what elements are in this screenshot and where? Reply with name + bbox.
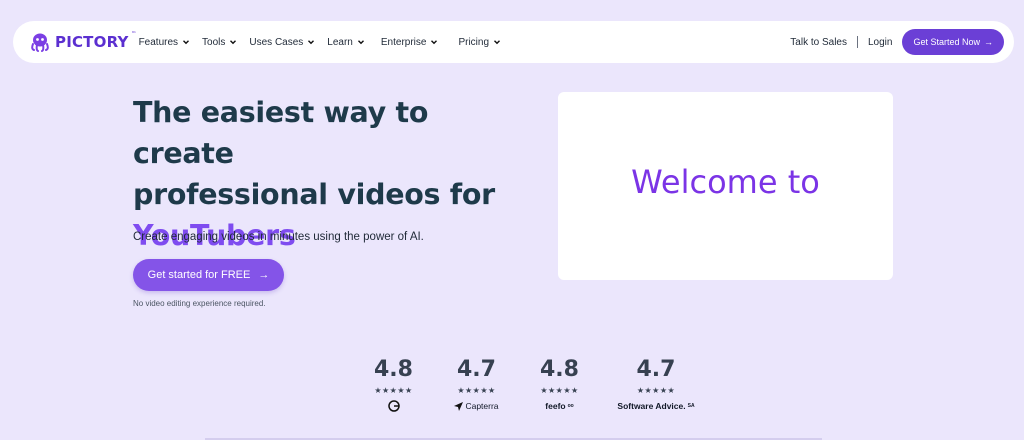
rating-score: 4.7: [636, 357, 676, 382]
hero-note: No video editing experience required.: [133, 299, 266, 308]
feefo-logo: feefo oo: [545, 400, 573, 412]
nav-divider: [857, 36, 858, 48]
chevron-down-icon: [308, 40, 315, 45]
main-menu: Features Tools Uses Cases Learn Enterpri…: [139, 37, 513, 48]
arrow-right-icon: →: [984, 37, 993, 47]
software-advice-label: Software Advice.: [617, 401, 686, 411]
menu-item-label: Learn: [327, 36, 353, 48]
rating-software-advice: 4.7 ★★★★★ Software Advice. SA: [601, 357, 711, 412]
logo-trademark: ™: [131, 31, 137, 37]
chevron-down-icon: [183, 40, 190, 45]
menu-item-label: Tools: [202, 36, 226, 48]
video-caption: Welcome to: [631, 163, 820, 201]
software-advice-mark-icon: SA: [687, 403, 695, 409]
menu-item-features[interactable]: Features: [139, 37, 190, 48]
get-started-now-button[interactable]: Get Started Now →: [902, 29, 1004, 55]
top-navbar: PICTORY ™ Features Tools Uses Cases Lear…: [13, 21, 1014, 63]
rating-score: 4.8: [540, 357, 579, 382]
chevron-down-icon: [230, 40, 237, 45]
menu-item-label: Enterprise: [380, 36, 427, 48]
nav-actions: Talk to Sales Login Get Started Now →: [790, 29, 1004, 55]
cta-label: Get started for FREE: [147, 269, 251, 281]
hero-subtitle: Create engaging videos in minutes using …: [133, 231, 424, 243]
rating-g2: 4.8 ★★★★★: [352, 357, 435, 412]
ratings-row: 4.8 ★★★★★ 4.7 ★★★★★ Capterra 4.8 ★★★★★ f…: [352, 357, 711, 412]
chevron-down-icon: [431, 40, 438, 45]
hero-title-line-2: professional videos for: [133, 178, 495, 211]
capterra-label: Capterra: [465, 401, 499, 411]
logo-wordmark: PICTORY ™: [55, 31, 137, 51]
star-rating-icon: ★★★★★: [457, 386, 496, 395]
octopus-logo-icon: [31, 33, 49, 52]
video-player[interactable]: Welcome to: [558, 92, 893, 280]
arrow-right-icon: →: [258, 269, 270, 281]
menu-item-pricing[interactable]: Pricing: [458, 37, 501, 48]
capterra-arrow-icon: [454, 401, 464, 411]
menu-item-label: Pricing: [458, 36, 490, 48]
talk-to-sales-link[interactable]: Talk to Sales: [790, 37, 847, 48]
hero-title-line-1: The easiest way to create: [133, 96, 429, 170]
star-rating-icon: ★★★★★: [540, 386, 579, 395]
get-started-now-label: Get Started Now: [913, 37, 980, 47]
login-link[interactable]: Login: [868, 37, 892, 48]
menu-item-use-cases[interactable]: Uses Cases: [249, 37, 315, 48]
software-advice-logo: Software Advice. SA: [617, 400, 694, 412]
rating-capterra: 4.7 ★★★★★ Capterra: [435, 357, 518, 412]
g2-logo-glyph: [387, 400, 400, 412]
rating-feefo: 4.8 ★★★★★ feefo oo: [518, 357, 601, 412]
chevron-down-icon: [494, 40, 501, 45]
feefo-eyes-icon: oo: [567, 403, 574, 409]
get-started-free-button[interactable]: Get started for FREE →: [133, 259, 284, 291]
chevron-down-icon: [357, 40, 364, 45]
pictory-logo[interactable]: PICTORY ™: [29, 31, 137, 52]
rating-score: 4.8: [374, 357, 413, 382]
star-rating-icon: ★★★★★: [374, 386, 413, 395]
menu-item-tools[interactable]: Tools: [202, 37, 237, 48]
menu-item-learn[interactable]: Learn: [327, 37, 365, 48]
menu-item-label: Uses Cases: [249, 36, 304, 48]
capterra-logo: Capterra: [454, 400, 499, 412]
star-rating-icon: ★★★★★: [636, 386, 676, 395]
menu-item-label: Features: [138, 36, 179, 48]
rating-score: 4.7: [457, 357, 496, 382]
feefo-label: feefo: [545, 401, 566, 411]
g2-logo-icon: [387, 400, 400, 412]
menu-item-enterprise[interactable]: Enterprise: [381, 37, 439, 48]
